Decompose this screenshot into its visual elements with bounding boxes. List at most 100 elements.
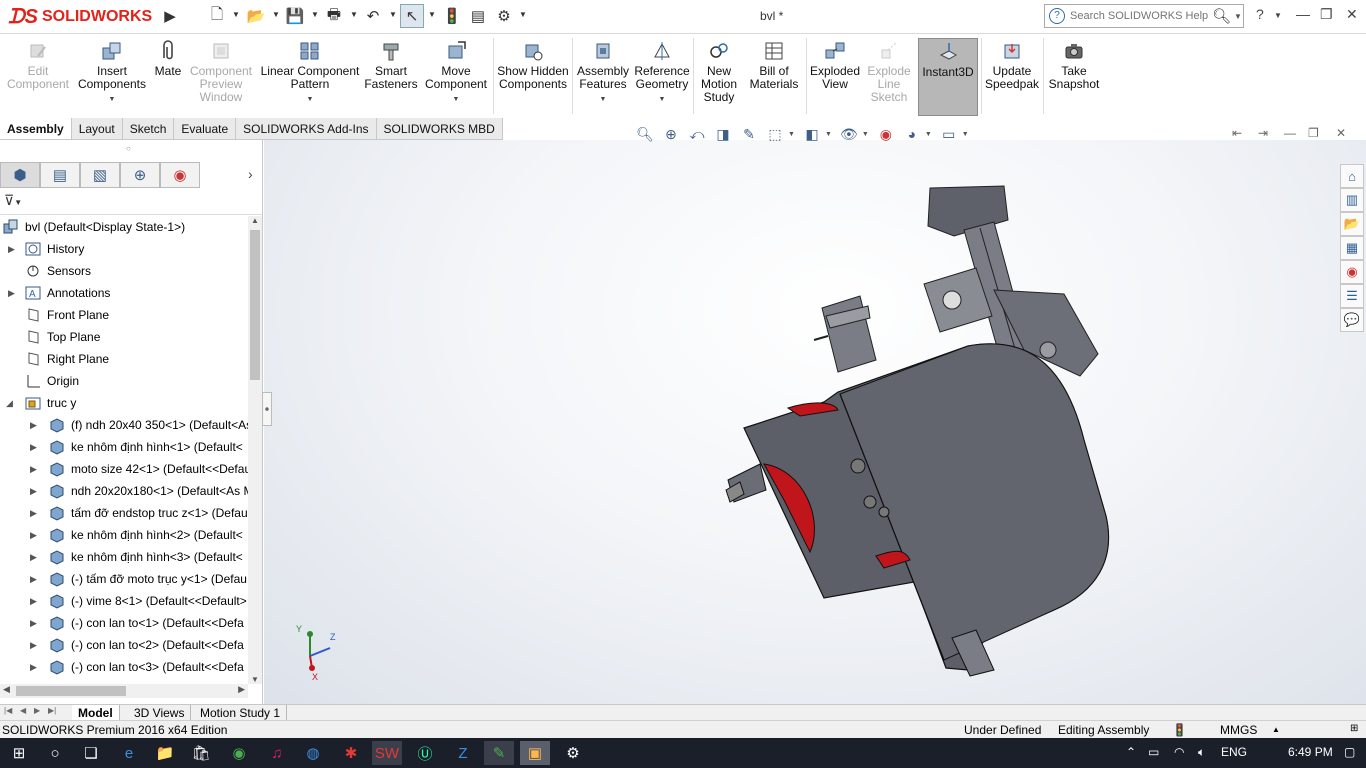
tree-item-front-plane[interactable]: Front Plane [24,304,109,326]
clock[interactable]: 6:49 PM [1288,745,1333,759]
expand-arrow-icon[interactable]: ▶ [30,420,37,431]
expand-menu-icon[interactable]: ▶ [158,4,182,28]
expand-arrow-icon[interactable]: ▶ [30,618,37,629]
apply-scene-icon[interactable]: ◕ [899,123,925,145]
edge-browser-icon[interactable]: e [114,741,144,765]
viewport-minimize-icon[interactable]: — [1284,126,1296,140]
insert-components-button[interactable]: Insert Components ▼ [76,40,148,106]
assembly-features-dropdown-icon[interactable]: ▼ [600,93,607,106]
dimxpert-manager-tab-icon[interactable]: ⊕ [120,162,160,188]
save-dropdown-icon[interactable]: ▼ [311,10,319,19]
panel-more-chevron-icon[interactable]: › [248,166,253,182]
expand-arrow-icon[interactable]: ▶ [30,640,37,651]
undo-dropdown-icon[interactable]: ▼ [389,10,397,19]
tree-child-component[interactable]: ▶ (f) ndh 20x40 350<1> (Default<As [30,414,248,436]
solidworks-logo[interactable]: ᗪS SOLIDWORKS [8,4,152,30]
app-icon[interactable]: ♫ [262,741,292,765]
hide-show-items-icon[interactable]: 👁︎ [836,123,862,145]
linear-component-pattern-button[interactable]: Linear Component Pattern ▼ [260,40,360,106]
component-preview-window-button[interactable]: Component Preview Window [188,40,254,104]
design-library-icon[interactable]: ▥ [1340,188,1364,212]
pattern-dropdown-icon[interactable]: ▼ [307,93,314,106]
edit-component-button[interactable]: Edit Component [6,40,70,91]
home-icon[interactable]: ⌂ [1340,164,1364,188]
tree-child-component[interactable]: ▶ moto size 42<1> (Default<<Defau [30,458,248,480]
property-manager-tab-icon[interactable]: ▤ [40,162,80,188]
display-style-dropdown-icon[interactable]: ▼ [825,131,832,138]
tree-item-top-plane[interactable]: Top Plane [24,326,100,348]
expand-arrow-icon[interactable]: ▶ [30,552,37,563]
tree-child-component[interactable]: ▶ tấm đỡ endstop truc z<1> (Defau [30,502,248,524]
take-snapshot-button[interactable]: Take Snapshot [1046,40,1102,91]
wifi-icon[interactable]: ◠ [1174,745,1184,759]
tree-item-origin[interactable]: Origin [24,370,79,392]
scroll-left-icon[interactable]: ◀ [3,684,10,695]
view-orientation-icon[interactable]: ⬚ [762,123,788,145]
app-icon[interactable]: ▣ [520,741,550,765]
tree-child-component[interactable]: ▶ ndh 20x20x180<1> (Default<As M [30,480,248,502]
print-dropdown-icon[interactable]: ▼ [350,10,358,19]
undo-icon[interactable]: ↶ [361,4,385,28]
zoom-to-fit-icon[interactable]: 🔍︎ [632,123,658,145]
scroll-up-icon[interactable]: ▲ [251,216,259,225]
chrome-icon[interactable]: ◉ [224,741,254,765]
tree-child-component[interactable]: ▶ (-) tấm đỡ moto trục y<1> (Defau [30,568,247,590]
hide-show-dropdown-icon[interactable]: ▼ [862,131,869,138]
open-folder-icon[interactable]: 📂 [244,4,268,28]
viewport-prev-icon[interactable]: ⇤ [1232,126,1242,140]
restore-icon[interactable]: ❐ [1320,6,1333,23]
tab-model[interactable]: Model [72,705,120,721]
store-icon[interactable]: 🛍 [186,741,216,765]
tree-item-truc-y[interactable]: ◢ truc y [6,392,76,414]
tree-child-component[interactable]: ▶ (-) con lan to<2> (Default<<Defa [30,634,244,656]
select-dropdown-icon[interactable]: ▼ [428,10,436,19]
update-speedpak-button[interactable]: Update Speedpak [984,40,1040,91]
edit-appearance-icon[interactable]: ◉ [873,123,899,145]
expand-arrow-icon[interactable]: ▶ [30,464,37,475]
help-search-box[interactable]: ? 🔍︎ ▼ [1044,4,1244,28]
tray-overflow-icon[interactable]: ⌃ [1126,745,1136,759]
view-palette-icon[interactable]: ▦ [1340,236,1364,260]
tab-3d-views[interactable]: 3D Views [128,705,192,721]
tree-child-component[interactable]: ▶ (-) con lan to<1> (Default<<Defa [30,612,244,634]
expand-arrow-icon[interactable]: ▶ [30,574,37,585]
file-explorer-icon[interactable]: 📂 [1340,212,1364,236]
units-dropdown-icon[interactable]: ▲ [1272,725,1280,734]
section-view-icon[interactable]: ◨ [710,123,736,145]
tree-child-component[interactable]: ▶ ke nhôm định hình<2> (Default< [30,524,243,546]
dynamic-annotation-icon[interactable]: ✎ [736,123,762,145]
tree-horizontal-scrollbar[interactable]: ◀ ▶ [0,684,248,698]
tab-layout[interactable]: Layout [71,118,123,140]
tab-last-icon[interactable]: ▶| [48,706,56,715]
windows-start-icon[interactable]: ⊞ [4,741,34,765]
new-document-icon[interactable]: 🗋 [205,4,229,28]
app-icon[interactable]: ✎ [484,741,514,765]
rebuild-status-icon[interactable]: 🚦 [1172,723,1187,737]
mate-button[interactable]: Mate [150,40,186,78]
reference-geometry-button[interactable]: Reference Geometry ▼ [633,40,691,106]
apply-scene-dropdown-icon[interactable]: ▼ [925,131,932,138]
display-style-icon[interactable]: ◧ [799,123,825,145]
tree-child-component[interactable]: ▶ ke nhôm định hình<3> (Default< [30,546,243,568]
tab-first-icon[interactable]: |◀ [4,706,12,715]
cortana-search-icon[interactable]: ○ [40,741,70,765]
scroll-thumb[interactable] [16,686,126,696]
expand-arrow-icon[interactable]: ▶ [30,508,37,519]
expand-arrow-icon[interactable]: ▶ [30,442,37,453]
view-settings-icon[interactable]: ▭ [936,123,962,145]
solidworks-taskbar-icon[interactable]: SW [372,741,402,765]
quick-tips-icon[interactable]: ⊞ [1350,723,1358,734]
new-motion-study-button[interactable]: New Motion Study [696,40,742,104]
input-language[interactable]: ENG [1221,745,1247,759]
tree-vertical-scrollbar[interactable]: ▲ ▼ [248,216,262,684]
view-settings-dropdown-icon[interactable]: ▼ [962,131,969,138]
configuration-manager-tab-icon[interactable]: ▧ [80,162,120,188]
zoom-to-area-icon[interactable]: ⊕ [658,123,684,145]
battery-icon[interactable]: ▭ [1148,745,1159,759]
smart-fasteners-button[interactable]: Smart Fasteners [364,40,418,91]
tab-prev-icon[interactable]: ◀ [20,706,26,715]
app-icon[interactable]: ⚙ [558,741,588,765]
app-icon[interactable]: ◍ [298,741,328,765]
tab-assembly[interactable]: Assembly [0,118,72,140]
tab-evaluate[interactable]: Evaluate [174,118,237,140]
